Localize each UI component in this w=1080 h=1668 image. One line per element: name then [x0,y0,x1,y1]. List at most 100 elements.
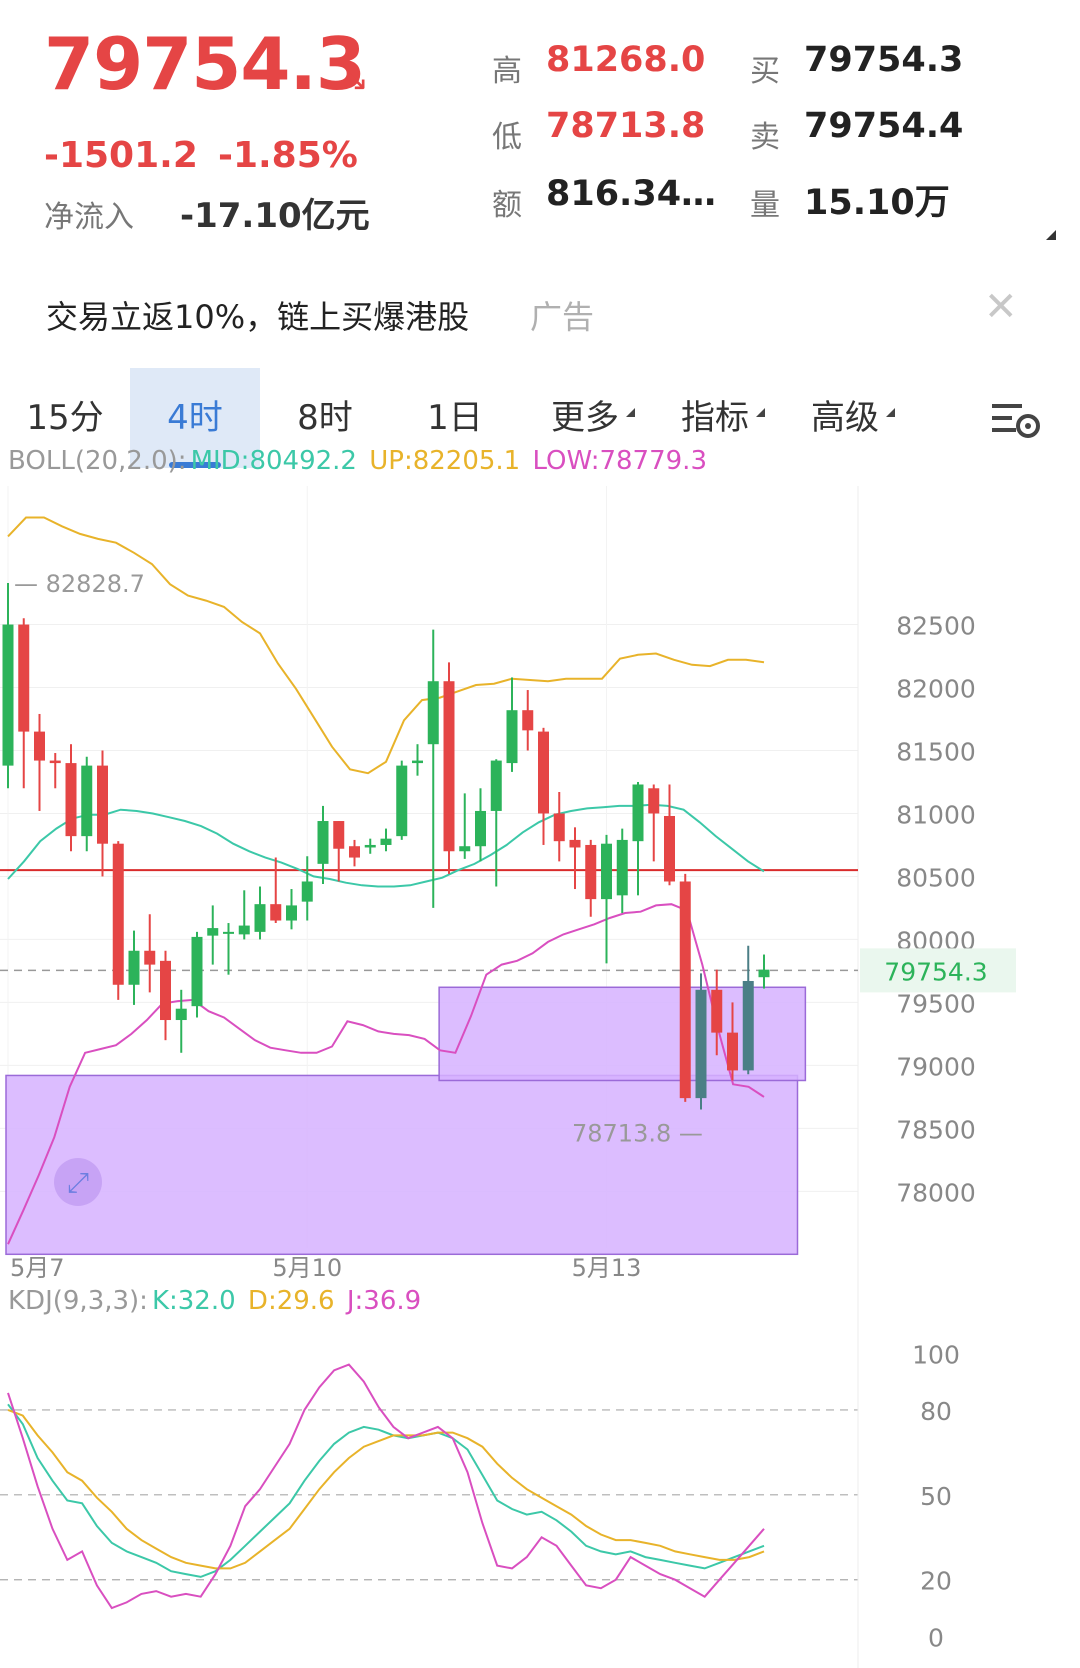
x-tick-label: 5月7 [10,1254,65,1282]
kdj-y-tick-label: 80 [920,1397,952,1426]
kdj-chart[interactable]: 100 80 50 20 0 [0,1322,1080,1668]
candle-body [301,881,313,902]
candle-body [538,731,549,814]
candle-body [286,905,297,921]
current-price-label: 79754.3 [884,957,987,986]
candle-body [238,925,250,935]
candle-body [349,846,360,858]
candle-body [475,810,486,847]
candle-body [2,624,14,766]
candle-body [144,950,156,965]
y-tick-label: 82500 [896,612,976,641]
net-inflow-label: 净流入 [44,200,134,235]
candle-body [506,710,518,764]
candle-body [711,989,723,1033]
amount-label: 额 [492,188,522,223]
candle-body [81,765,93,837]
candlestick-chart[interactable]: 8250082000815008100080500800007950079000… [0,486,1080,1322]
candle-body [695,989,707,1099]
indicators-dropdown-icon [756,408,765,417]
ad-text[interactable]: 交易立返10%，链上买爆港股 [46,292,469,338]
close-icon[interactable]: ✕ [984,284,1018,330]
candle-body [270,904,282,921]
ask-label: 卖 [750,120,780,155]
candle-body [333,821,345,849]
candle-body [364,844,376,848]
y-tick-label: 80500 [896,863,976,892]
ask-value: 79754.4 [804,106,964,146]
candle-body [207,928,219,936]
candle-body [223,931,234,934]
boll-upper-line [7,516,765,775]
volume-label: 量 [750,188,780,223]
expand-icon: ⤢ [67,1166,89,1199]
price-change: -1501.2 [44,135,198,176]
y-tick-label: 81000 [896,800,976,829]
candle-body [317,821,329,864]
y-tick-label: 79500 [896,989,976,1018]
y-tick-label: 79000 [896,1052,976,1081]
y-tick-label: 81500 [896,737,976,766]
amount-value: 816.34… [546,174,717,214]
kdj-y-tick-label: 50 [920,1482,952,1511]
boll-legend[interactable]: BOLL(20,2.0): MID:80492.2 UP:82205.1 LOW:… [8,446,711,476]
candle-body [97,765,108,844]
candle-body [191,936,203,1007]
down-arrow-icon: ↘ [342,60,369,98]
candle-body [459,846,471,852]
candle-body [664,815,675,882]
candle-body [396,765,408,837]
high-value: 81268.0 [546,40,706,80]
volume-value: 15.10万 [804,183,950,223]
kdj-y-tick-label: 20 [920,1567,952,1596]
candle-body [34,731,45,761]
candle-body [128,950,140,985]
chart-settings-icon[interactable] [990,398,1042,442]
candle-body [18,624,30,732]
candle-body [427,681,439,745]
bid-label: 买 [750,54,780,89]
low-value: 78713.8 [546,106,706,146]
candle-body [380,838,392,845]
candle-body [160,960,171,1021]
x-tick-label: 5月13 [572,1254,642,1282]
candle-body [648,788,660,814]
boll-name: BOLL(20,2.0): [8,446,187,476]
bid-value: 79754.3 [804,40,964,80]
candle-body [175,1008,187,1021]
last-price: 79754.3 [44,22,366,106]
candle-body [679,881,691,1099]
boll-up: UP:82205.1 [369,446,521,476]
candle-body [585,844,597,900]
ad-tag: 广告 [530,298,595,336]
price-change-percent: -1.85% [218,135,358,176]
y-tick-label: 82000 [896,675,976,704]
candle-body [443,681,455,852]
low-label: 低 [492,120,522,155]
y-tick-label: 78000 [896,1178,976,1207]
kdj-y-tick-label: 100 [912,1340,960,1369]
tab-advanced[interactable]: 高级 [790,368,900,468]
advanced-dropdown-icon [886,408,895,417]
candle-body [632,784,644,842]
candle-body [601,843,612,900]
candle-body [522,710,534,731]
x-tick-label: 5月10 [272,1254,342,1282]
candle-body [553,813,565,842]
kdj-y-tick-label: 0 [928,1623,944,1652]
kdj-j-line [7,1363,765,1610]
candle-body [569,839,581,848]
candle-body [490,760,502,811]
quote-header: 79754.3 ↘ -1501.2 -1.85% 净流入 -17.10亿元 高 … [0,0,1080,250]
candle-body [412,760,423,764]
kdj-k-line [7,1403,765,1578]
support-zone [5,1074,799,1256]
min-price-label: 78713.8 — [572,1119,703,1147]
candle-body [758,969,770,978]
ad-banner[interactable]: 交易立返10%，链上买爆港股 广告 ✕ [0,280,1080,350]
boll-low: LOW:78779.3 [532,446,707,476]
more-dropdown-icon [626,408,635,417]
candle-body [727,1032,738,1071]
expand-quote-icon[interactable] [1046,230,1056,240]
candle-body [112,843,124,985]
